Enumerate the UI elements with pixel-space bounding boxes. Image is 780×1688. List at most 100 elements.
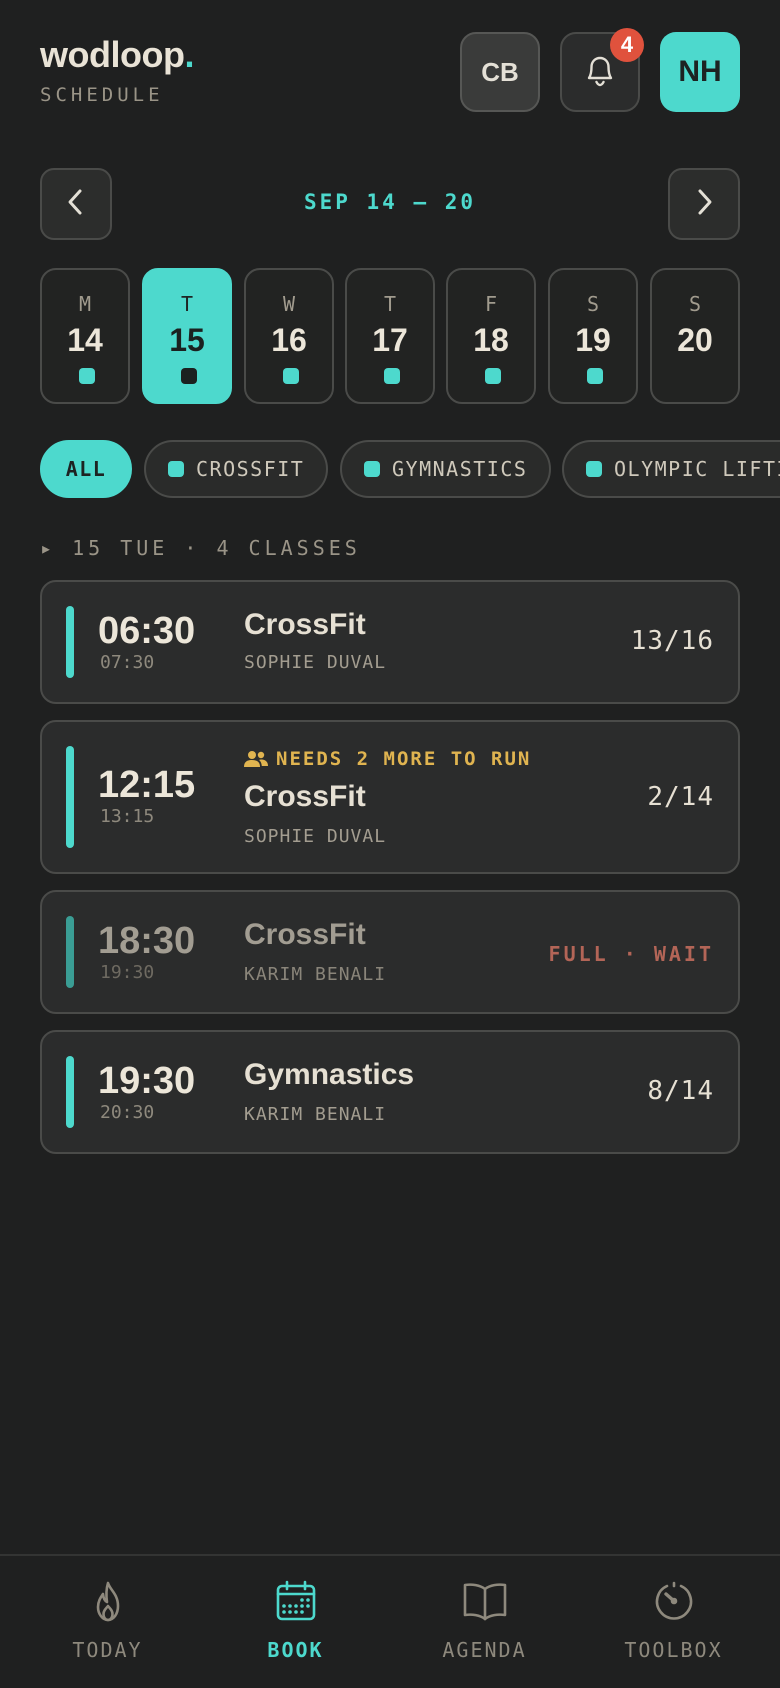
box-switcher-button[interactable]: CB [460,32,540,112]
category-color-bar [66,916,74,988]
day-thu-17[interactable]: T 17 [345,268,435,404]
class-start-time: 12:15 [98,764,196,806]
filter-label: ALL [65,457,107,481]
app-header: wodloop. SCHEDULE CB 4 NH [40,28,740,112]
class-start-time: 19:30 [98,1060,196,1102]
calendar-icon [198,1580,393,1628]
class-start-time: 18:30 [98,920,196,962]
page-subtitle: SCHEDULE [40,84,164,106]
class-end-time: 07:30 [100,652,155,673]
category-color-dot [586,461,602,477]
has-classes-dot [485,368,501,384]
has-classes-dot [587,368,603,384]
notifications-button[interactable]: 4 [560,28,644,112]
day-fri-18[interactable]: F 18 [446,268,536,404]
minimum-attendance-warning: NEEDS 2 MORE TO RUN [244,748,531,770]
day-letter: S [586,292,600,316]
filter-label: CROSSFIT [196,457,305,481]
full-waitlist-status: FULL · WAIT [548,942,714,966]
day-number: 14 [67,322,103,358]
coach-name: SOPHIE DUVAL [244,652,387,673]
has-classes-dot [181,368,197,384]
day-selector: M 14 T 15 W 16 T 17 F 18 S 19 S 20 [40,268,740,404]
filter-olympic-lifting[interactable]: OLYMPIC LIFTING [562,440,780,498]
next-week-button[interactable] [668,168,740,240]
class-name: CrossFit [244,780,366,813]
tab-label: AGENDA [442,1638,527,1662]
day-number: 20 [677,322,713,358]
tab-book[interactable]: BOOK [198,1556,393,1688]
class-card[interactable]: 18:30 19:30 CrossFit KARIM BENALI FULL ·… [40,890,740,1014]
coach-name: SOPHIE DUVAL [244,826,387,847]
day-number: 16 [271,322,307,358]
class-type-filters: ALL CROSSFIT GYMNASTICS OLYMPIC LIFTING [40,440,780,498]
class-name: Gymnastics [244,1058,415,1091]
class-start-time: 06:30 [98,610,196,652]
filter-gymnastics[interactable]: GYMNASTICS [340,440,552,498]
day-letter: F [484,292,498,316]
warning-text: NEEDS 2 MORE TO RUN [276,748,532,770]
day-wed-16[interactable]: W 16 [244,268,334,404]
filter-label: GYMNASTICS [392,457,528,481]
tab-label: BOOK [267,1638,324,1662]
brand-name: wodloop [40,34,185,75]
class-capacity: 13/16 [630,626,714,656]
class-capacity: 8/14 [647,1076,714,1106]
has-classes-dot [283,368,299,384]
profile-avatar-button[interactable]: NH [660,32,740,112]
tab-label: TOOLBOX [624,1638,723,1662]
filter-all[interactable]: ALL [40,440,132,498]
notification-count-badge: 4 [610,28,644,62]
category-color-bar [66,606,74,678]
category-color-bar [66,1056,74,1128]
class-card[interactable]: 12:15 13:15 NEEDS 2 MORE TO RUN CrossFit… [40,720,740,874]
day-number: 18 [473,322,509,358]
class-card[interactable]: 19:30 20:30 Gymnastics KARIM BENALI 8/14 [40,1030,740,1154]
brand-logo: wodloop. [40,34,194,76]
class-capacity: 2/14 [647,782,714,812]
has-classes-dot [79,368,95,384]
day-letter: T [180,292,194,316]
category-color-bar [66,746,74,848]
filter-label: OLYMPIC LIFTING [614,457,780,481]
day-sat-19[interactable]: S 19 [548,268,638,404]
bottom-tab-bar: TODAY BOOK AGENDA TOOLBOX [0,1554,780,1688]
people-icon [244,751,268,767]
book-icon [387,1580,582,1628]
category-color-dot [168,461,184,477]
tab-today[interactable]: TODAY [10,1556,205,1688]
avatar-initials: NH [678,55,722,88]
day-mon-14[interactable]: M 14 [40,268,130,404]
day-sun-20[interactable]: S 20 [650,268,740,404]
category-color-dot [364,461,380,477]
class-name: CrossFit [244,918,366,951]
bell-icon [583,52,617,93]
box-initials: CB [481,56,519,87]
week-range-label: SEP 14 – 20 [303,190,477,214]
class-end-time: 20:30 [100,1102,155,1123]
flame-icon [10,1580,205,1628]
class-end-time: 19:30 [100,962,155,983]
brand-dot: . [184,34,194,75]
filter-crossfit[interactable]: CROSSFIT [144,440,329,498]
day-tue-15[interactable]: T 15 [142,268,232,404]
day-number: 15 [169,322,205,358]
tab-agenda[interactable]: AGENDA [387,1556,582,1688]
day-letter: M [78,292,92,316]
day-number: 17 [372,322,408,358]
day-summary-heading: ▸ 15 TUE · 4 CLASSES [40,536,361,560]
day-number: 19 [575,322,611,358]
class-card[interactable]: 06:30 07:30 CrossFit SOPHIE DUVAL 13/16 [40,580,740,704]
tab-label: TODAY [72,1638,143,1662]
class-name: CrossFit [244,608,366,641]
class-end-time: 13:15 [100,806,155,827]
chevron-right-icon [692,188,716,221]
day-letter: S [688,292,702,316]
coach-name: KARIM BENALI [244,964,387,985]
day-letter: W [282,292,296,316]
day-letter: T [383,292,397,316]
timer-icon [576,1580,771,1628]
tab-toolbox[interactable]: TOOLBOX [576,1556,771,1688]
coach-name: KARIM BENALI [244,1104,387,1125]
has-classes-dot [384,368,400,384]
